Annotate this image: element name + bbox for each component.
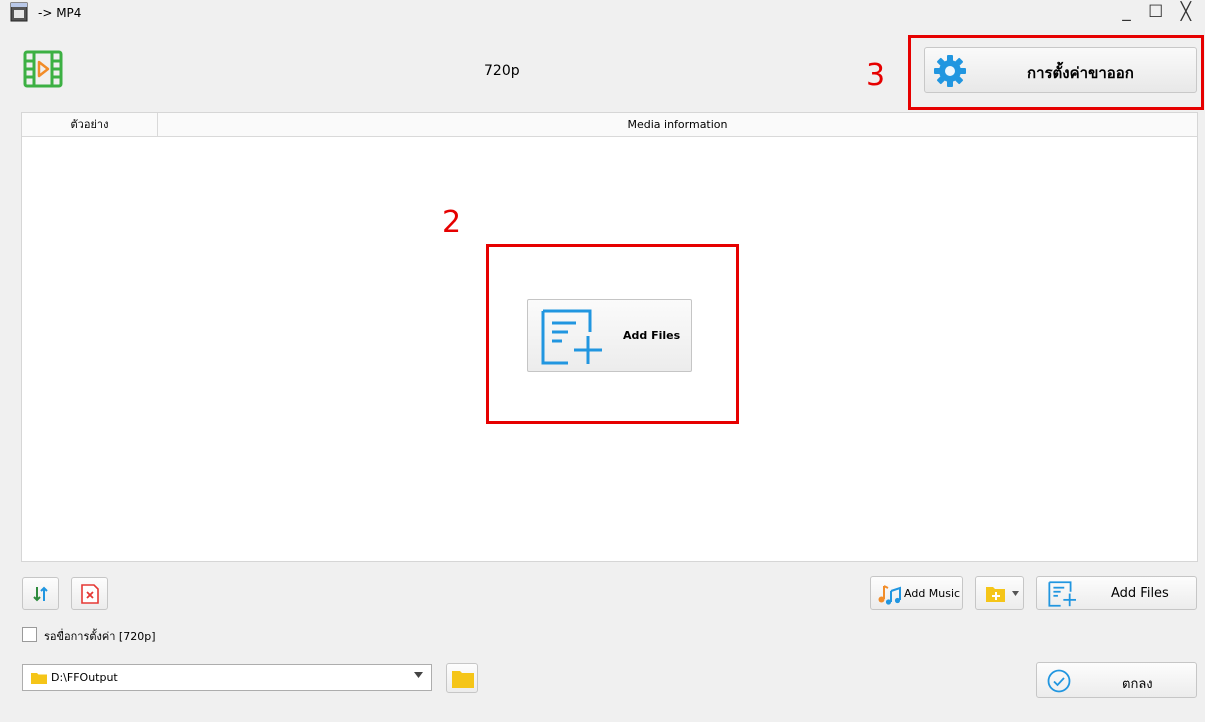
column-media-information[interactable]: Media information	[158, 113, 1197, 137]
sort-button[interactable]	[22, 577, 59, 610]
minimize-button[interactable]: _	[1122, 2, 1137, 22]
sort-arrows-icon	[33, 586, 48, 602]
ok-button[interactable]: ตกลง	[1036, 662, 1197, 698]
column-preview[interactable]: ตัวอย่าง	[22, 113, 158, 137]
window-controls: _ ☐ ╳	[1122, 2, 1197, 22]
output-folder-select[interactable]: D:\FFOutput	[22, 664, 432, 691]
folder-icon	[452, 671, 474, 688]
wait-checkbox-label: รอขื่อการตั้งค่า [720p]	[44, 630, 156, 643]
add-file-icon	[541, 309, 602, 365]
folder-icon	[31, 673, 47, 684]
ok-label: ตกลง	[1122, 677, 1153, 692]
add-files-label: Add Files	[1111, 586, 1169, 601]
remove-all-button[interactable]	[71, 577, 108, 610]
add-files-center-button[interactable]: Add Files	[527, 299, 692, 372]
add-files-center-label: Add Files	[623, 329, 681, 342]
add-folder-button[interactable]	[975, 576, 1024, 610]
output-settings-label: การตั้งค่าขาออก	[1027, 64, 1134, 82]
chevron-down-icon	[1012, 591, 1019, 596]
video-format-icon	[23, 50, 63, 88]
chevron-down-icon	[414, 672, 423, 678]
close-button[interactable]: ╳	[1181, 2, 1197, 22]
annotation-number-3: 3	[866, 58, 886, 93]
output-path: D:\FFOutput	[51, 671, 118, 684]
list-column-header: ตัวอย่าง Media information	[22, 113, 1197, 137]
add-music-label: Add Music	[904, 587, 961, 600]
maximize-button[interactable]: ☐	[1148, 2, 1169, 22]
wait-checkbox[interactable]	[22, 627, 37, 642]
gear-icon	[934, 55, 966, 87]
add-files-button[interactable]: Add Files	[1036, 576, 1197, 610]
add-folder-icon	[986, 587, 1005, 602]
title-bar: -> MP4 _ ☐ ╳	[0, 0, 1205, 36]
window-title: -> MP4	[38, 6, 82, 20]
add-music-button[interactable]: Add Music	[870, 576, 963, 610]
browse-folder-button[interactable]	[446, 663, 478, 693]
check-circle-icon	[1047, 669, 1071, 693]
output-settings-button[interactable]: การตั้งค่าขาออก	[924, 47, 1197, 93]
music-note-icon	[878, 585, 901, 605]
preset-label: 720p	[484, 63, 520, 79]
app-icon	[10, 2, 28, 22]
annotation-number-2: 2	[442, 205, 462, 240]
remove-file-icon	[81, 584, 99, 604]
add-file-icon	[1048, 581, 1076, 607]
